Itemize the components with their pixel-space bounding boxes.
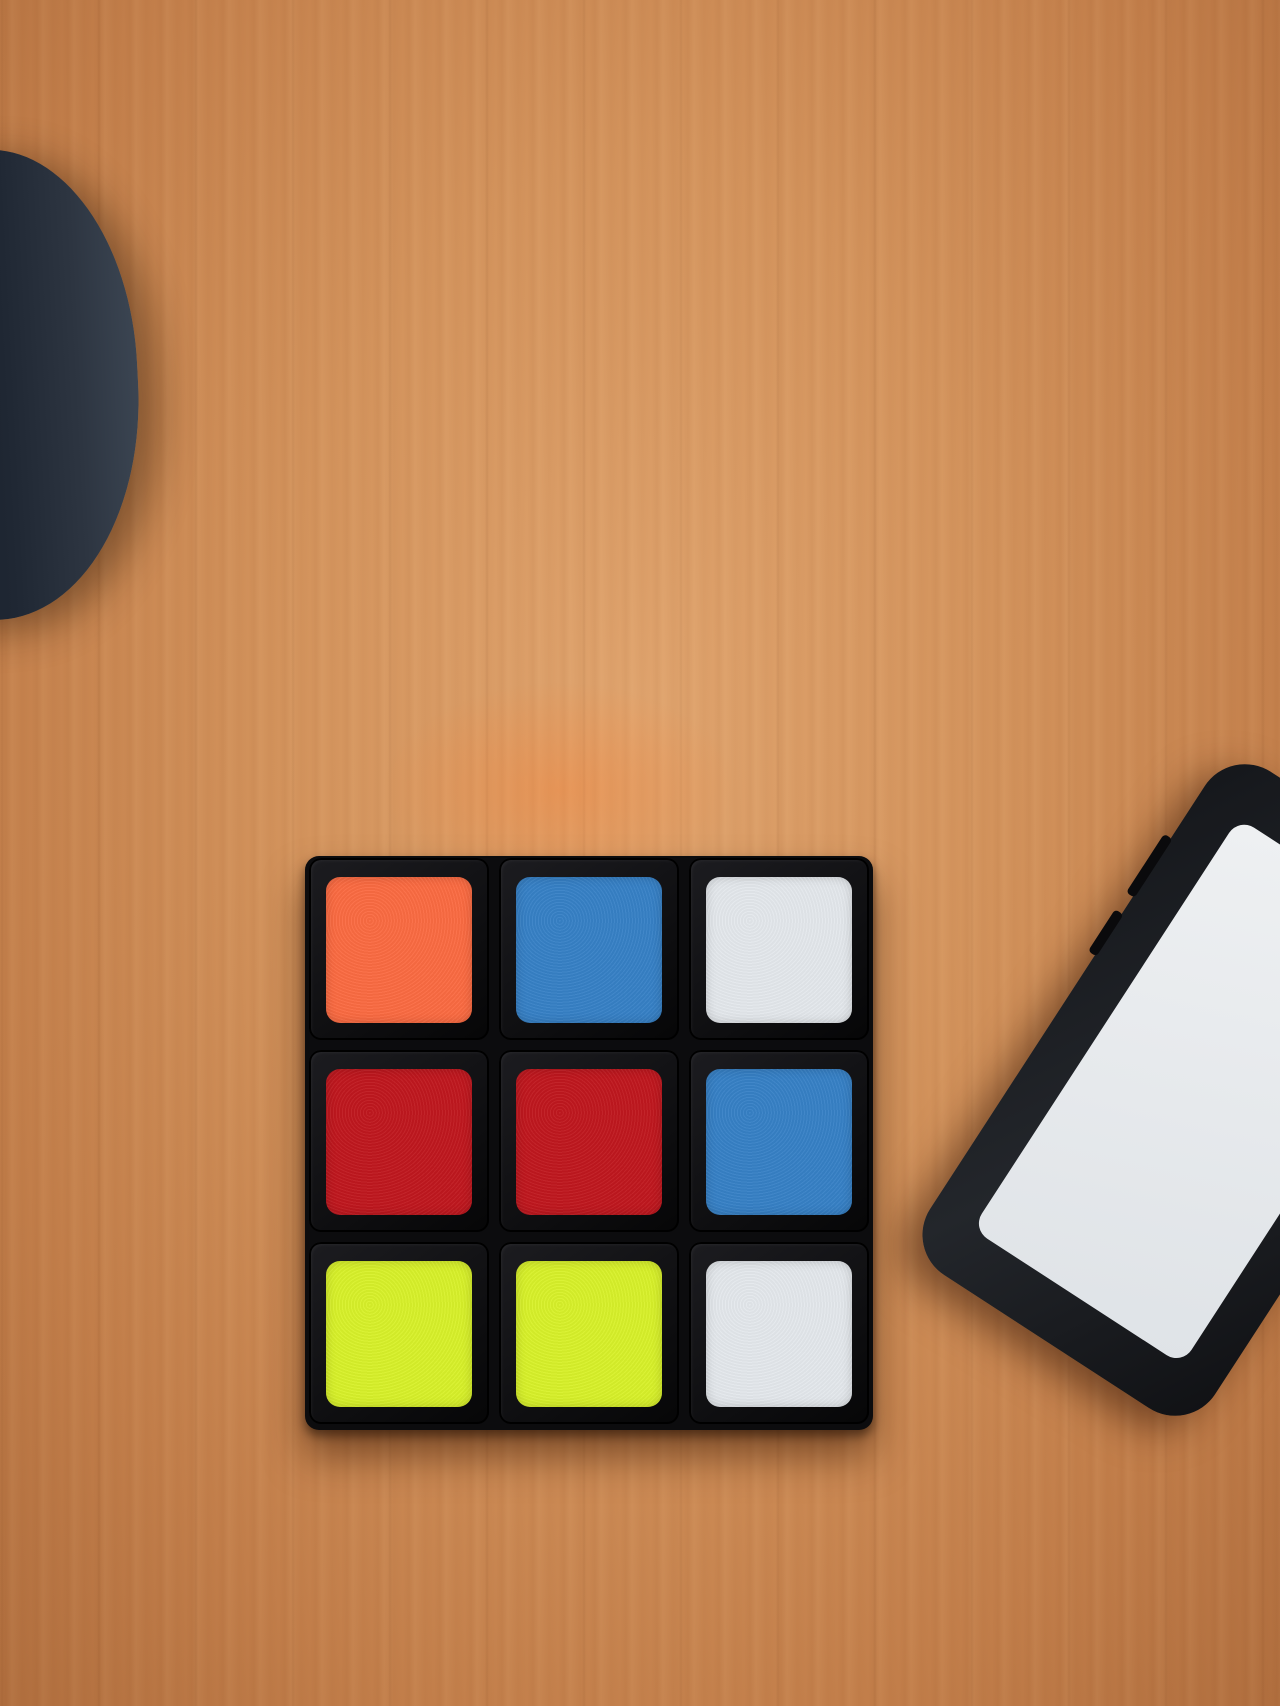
sticker-red — [326, 1069, 472, 1215]
sticker-blue — [706, 1069, 852, 1215]
photo-scene — [0, 0, 1280, 1706]
cube-piece — [309, 858, 489, 1040]
sticker-blue — [516, 877, 662, 1023]
cube-piece — [689, 1050, 869, 1232]
cube-piece — [499, 1242, 679, 1424]
sticker-yellow-green — [326, 1261, 472, 1407]
sticker-yellow-green — [516, 1261, 662, 1407]
wooden-table — [0, 0, 1280, 1706]
cube-piece — [689, 1242, 869, 1424]
cube-piece — [499, 1050, 679, 1232]
sticker-white — [706, 877, 852, 1023]
rubiks-cube — [305, 856, 873, 1430]
sticker-white — [706, 1261, 852, 1407]
cube-piece — [689, 858, 869, 1040]
cube-piece — [499, 858, 679, 1040]
sticker-orange — [326, 877, 472, 1023]
sticker-red — [516, 1069, 662, 1215]
cube-piece — [309, 1050, 489, 1232]
cube-piece — [309, 1242, 489, 1424]
